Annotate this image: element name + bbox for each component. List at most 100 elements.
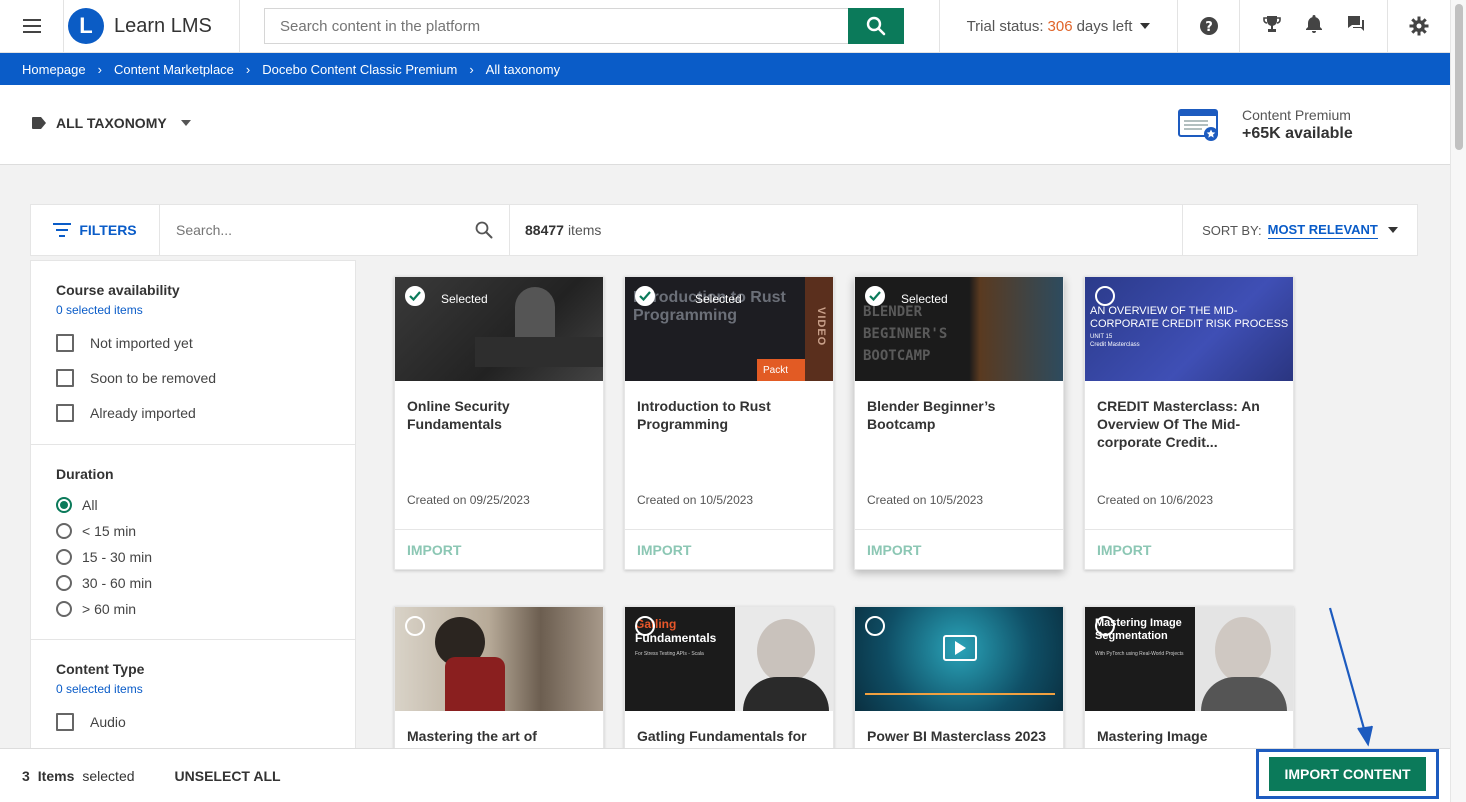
course-created-date: Created on 10/5/2023: [637, 493, 754, 507]
premium-count: +65K available: [1242, 125, 1353, 142]
filters-label: FILTERS: [79, 222, 137, 238]
taxonomy-dropdown[interactable]: ALL TAXONOMY: [32, 115, 191, 131]
chevron-down-icon[interactable]: [1387, 227, 1398, 233]
filter-group-title: Course availability: [56, 282, 180, 298]
unselected-check-icon[interactable]: [865, 616, 885, 636]
annotation-arrow: [1328, 607, 1373, 747]
course-card[interactable]: BLENDER BEGINNER'S BOOTCAMP Selected Ble…: [854, 276, 1064, 570]
breadcrumb: Homepage › Content Marketplace › Docebo …: [0, 53, 1450, 85]
global-search-button[interactable]: [848, 8, 904, 44]
course-created-date: Created on 10/6/2023: [1097, 493, 1214, 507]
course-card[interactable]: Mastering Image Segmentation With PyTorc…: [1084, 606, 1294, 766]
course-title[interactable]: Introduction to Rust Programming: [625, 381, 833, 493]
trial-status[interactable]: Trial status: 306 days left: [940, 0, 1178, 52]
page-scrollbar[interactable]: [1450, 0, 1466, 802]
course-card[interactable]: AN OVERVIEW OF THE MID-CORPORATE CREDIT …: [1084, 276, 1294, 570]
course-thumbnail: BLENDER BEGINNER'S BOOTCAMP Selected: [855, 277, 1063, 381]
selected-label: Selected: [441, 292, 488, 306]
duration-option-15-30[interactable]: 15 - 30 min: [56, 549, 330, 565]
course-card[interactable]: Power BI Masterclass 2023: [854, 606, 1064, 766]
course-title[interactable]: Blender Beginner’s Bootcamp: [855, 381, 1063, 493]
content-premium-info: Content Premium +65K available: [1178, 107, 1353, 143]
search-icon: [866, 16, 886, 36]
thumbnail-subtext: Credit Masterclass: [1090, 342, 1140, 348]
course-card[interactable]: Selected Online Security Fundamentals Cr…: [394, 276, 604, 570]
settings-button[interactable]: [1388, 0, 1450, 52]
course-title[interactable]: Online Security Fundamentals: [395, 381, 603, 493]
breadcrumb-homepage[interactable]: Homepage: [22, 62, 86, 77]
duration-option-30-60[interactable]: 30 - 60 min: [56, 575, 330, 591]
radio[interactable]: [56, 575, 72, 591]
duration-option-all[interactable]: All: [56, 497, 330, 513]
unselected-check-icon[interactable]: [1095, 286, 1115, 306]
import-content-button[interactable]: IMPORT CONTENT: [1269, 757, 1426, 791]
chat-icon[interactable]: [1347, 15, 1365, 38]
course-thumbnail: Mastering Image Segmentation With PyTorc…: [1085, 607, 1293, 711]
thumbnail-subtext: With PyTorch using Real-World Projects: [1095, 651, 1184, 657]
import-button[interactable]: IMPORT: [625, 529, 833, 569]
radio[interactable]: [56, 523, 72, 539]
breadcrumb-all-taxonomy[interactable]: All taxonomy: [486, 62, 560, 77]
premium-title: Content Premium: [1242, 107, 1351, 123]
unselect-all-button[interactable]: UNSELECT ALL: [175, 768, 281, 784]
radio[interactable]: [56, 601, 72, 617]
search-icon[interactable]: [475, 221, 493, 239]
checkbox[interactable]: [56, 404, 74, 422]
course-thumbnail: [855, 607, 1063, 711]
breadcrumb-docebo-premium[interactable]: Docebo Content Classic Premium: [262, 62, 457, 77]
import-button[interactable]: IMPORT: [1085, 529, 1293, 569]
tag-icon: [32, 117, 46, 129]
checkbox[interactable]: [56, 334, 74, 352]
page-header: ALL TAXONOMY Content Premium +65K availa…: [0, 85, 1450, 165]
filter-option-soon-removed[interactable]: Soon to be removed: [56, 369, 330, 387]
filter-option-label: Already imported: [90, 405, 196, 421]
catalog-search-input[interactable]: [176, 222, 456, 238]
course-card[interactable]: Mastering the art of personal branding: [394, 606, 604, 766]
breadcrumb-content-marketplace[interactable]: Content Marketplace: [114, 62, 234, 77]
sort-dropdown[interactable]: MOST RELEVANT: [1267, 222, 1378, 239]
selected-check-icon[interactable]: [405, 286, 425, 306]
global-search-input[interactable]: [280, 17, 848, 35]
brand[interactable]: L Learn LMS: [64, 0, 240, 52]
duration-option-gt60[interactable]: > 60 min: [56, 601, 330, 617]
menu-icon[interactable]: [0, 0, 64, 52]
help-icon: ?: [1199, 17, 1218, 35]
checkbox[interactable]: [56, 369, 74, 387]
course-card[interactable]: Introduction to Rust Programming VIDEO P…: [624, 276, 834, 570]
svg-text:?: ?: [1205, 20, 1213, 35]
filter-selected-count[interactable]: 0 selected items: [56, 682, 330, 696]
radio-label: < 15 min: [82, 523, 137, 539]
breadcrumb-separator: ›: [245, 61, 251, 77]
filter-option-already-imported[interactable]: Already imported: [56, 404, 330, 422]
filter-option-label: Soon to be removed: [90, 370, 217, 386]
unselected-check-icon[interactable]: [1095, 616, 1115, 636]
filter-selected-count[interactable]: 0 selected items: [56, 303, 330, 317]
course-card[interactable]: Gatling Fundamentals For Stress Testing …: [624, 606, 834, 766]
help-button[interactable]: ?: [1178, 0, 1240, 52]
duration-option-lt15[interactable]: < 15 min: [56, 523, 330, 539]
unselected-check-icon[interactable]: [635, 616, 655, 636]
scrollbar-thumb[interactable]: [1455, 4, 1463, 150]
breadcrumb-separator: ›: [469, 61, 474, 77]
unselected-check-icon[interactable]: [405, 616, 425, 636]
checkbox[interactable]: [56, 713, 74, 731]
breadcrumb-separator: ›: [97, 61, 102, 77]
filters-button[interactable]: FILTERS: [31, 205, 160, 255]
course-title[interactable]: CREDIT Masterclass: An Overview Of The M…: [1085, 381, 1293, 493]
radio[interactable]: [56, 549, 72, 565]
trophy-icon[interactable]: [1262, 14, 1282, 39]
selected-check-icon[interactable]: [865, 286, 885, 306]
filter-option-audio[interactable]: Audio: [56, 713, 330, 731]
brand-logo: L: [68, 8, 104, 44]
filter-sidebar: Course availability 0 selected items Not…: [30, 260, 356, 750]
selected-label: Selected: [901, 292, 948, 306]
course-created-date: Created on 09/25/2023: [407, 493, 530, 507]
radio-selected[interactable]: [56, 497, 72, 513]
selected-check-icon[interactable]: [635, 286, 655, 306]
import-content-highlight: IMPORT CONTENT: [1256, 749, 1439, 799]
bell-icon[interactable]: [1305, 14, 1323, 39]
import-button[interactable]: IMPORT: [855, 529, 1063, 569]
thumbnail-badge: Packt: [757, 359, 805, 381]
filter-option-not-imported[interactable]: Not imported yet: [56, 334, 330, 352]
import-button[interactable]: IMPORT: [395, 529, 603, 569]
